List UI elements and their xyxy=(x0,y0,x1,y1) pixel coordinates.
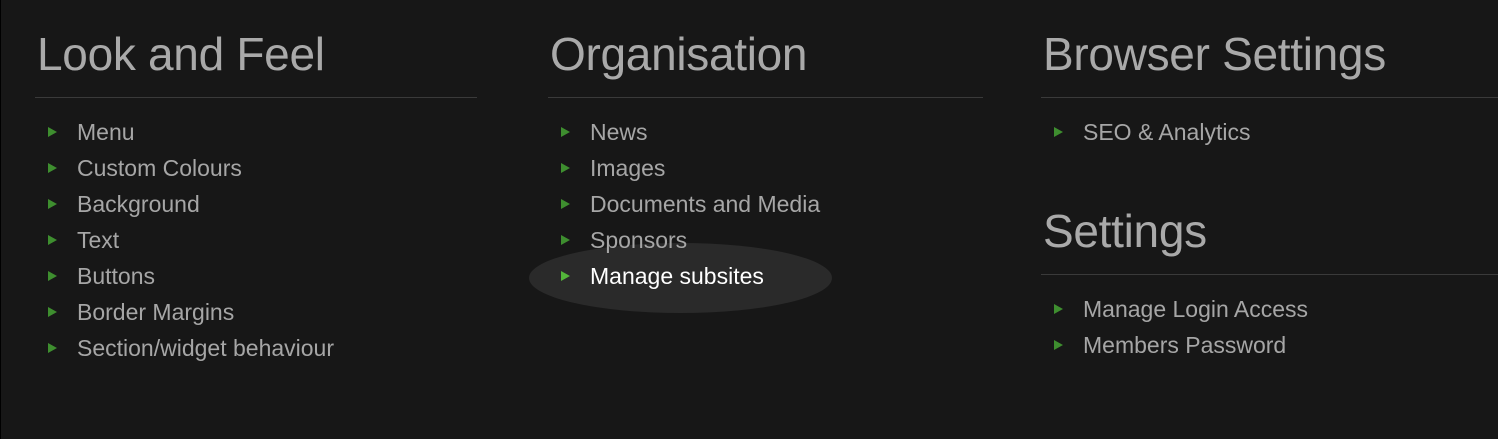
menu-item-label: Background xyxy=(77,191,200,217)
settings-section: Settings Manage Login Access Members Pas… xyxy=(1041,177,1498,363)
menu-item-border-margins[interactable]: Border Margins xyxy=(35,294,477,330)
browser-settings-menu: SEO & Analytics xyxy=(1041,98,1498,150)
look-and-feel-column: Look and Feel Menu Custom Colours Backgr… xyxy=(35,0,477,366)
look-and-feel-menu: Menu Custom Colours Background Text Butt… xyxy=(35,98,477,366)
menu-item-news[interactable]: News xyxy=(548,114,983,150)
look-and-feel-heading: Look and Feel xyxy=(35,0,477,98)
triangle-right-icon xyxy=(561,235,570,245)
menu-item-label: Custom Colours xyxy=(77,155,242,181)
menu-item-images[interactable]: Images xyxy=(548,150,983,186)
triangle-right-icon xyxy=(48,163,57,173)
triangle-right-icon xyxy=(1054,127,1063,137)
menu-item-manage-login-access[interactable]: Manage Login Access xyxy=(1041,291,1498,327)
menu-item-documents-and-media[interactable]: Documents and Media xyxy=(548,186,983,222)
menu-item-menu[interactable]: Menu xyxy=(35,114,477,150)
menu-item-label: Menu xyxy=(77,119,135,145)
menu-item-background[interactable]: Background xyxy=(35,186,477,222)
triangle-right-icon xyxy=(48,235,57,245)
triangle-right-icon xyxy=(1054,304,1063,314)
menu-item-label: Manage subsites xyxy=(590,263,764,289)
triangle-right-icon xyxy=(48,271,57,281)
menu-item-sponsors[interactable]: Sponsors xyxy=(548,222,983,258)
menu-item-section-widget-behaviour[interactable]: Section/widget behaviour xyxy=(35,330,477,366)
settings-heading: Settings xyxy=(1041,177,1498,275)
menu-item-label: Border Margins xyxy=(77,299,235,325)
triangle-right-icon xyxy=(1054,340,1063,350)
menu-item-label: Images xyxy=(590,155,666,181)
menu-item-text[interactable]: Text xyxy=(35,222,477,258)
triangle-right-icon xyxy=(561,163,570,173)
menu-item-label: Members Password xyxy=(1083,332,1287,358)
triangle-right-icon xyxy=(48,343,57,353)
menu-item-buttons[interactable]: Buttons xyxy=(35,258,477,294)
triangle-right-icon xyxy=(48,307,57,317)
settings-menu: Manage Login Access Members Password xyxy=(1041,275,1498,363)
menu-item-label: Buttons xyxy=(77,263,155,289)
menu-item-label: Text xyxy=(77,227,120,253)
menu-item-members-password[interactable]: Members Password xyxy=(1041,327,1498,363)
menu-item-label: Documents and Media xyxy=(590,191,821,217)
admin-menu-page: Look and Feel Menu Custom Colours Backgr… xyxy=(0,0,1498,439)
organisation-heading: Organisation xyxy=(548,0,983,98)
menu-item-label: SEO & Analytics xyxy=(1083,119,1251,145)
menu-item-manage-subsites[interactable]: Manage subsites xyxy=(548,258,983,294)
menu-item-custom-colours[interactable]: Custom Colours xyxy=(35,150,477,186)
browser-settings-column: Browser Settings SEO & Analytics Setting… xyxy=(1041,0,1498,358)
triangle-right-icon xyxy=(48,127,57,137)
triangle-right-icon xyxy=(561,127,570,137)
menu-item-label: Manage Login Access xyxy=(1083,296,1309,322)
menu-item-label: Sponsors xyxy=(590,227,688,253)
triangle-right-icon xyxy=(561,199,570,209)
triangle-right-icon xyxy=(561,271,570,281)
menu-item-label: Section/widget behaviour xyxy=(77,335,334,361)
menu-item-seo-analytics[interactable]: SEO & Analytics xyxy=(1041,114,1498,150)
browser-settings-heading: Browser Settings xyxy=(1041,0,1498,98)
triangle-right-icon xyxy=(48,199,57,209)
organisation-menu: News Images Documents and Media Sponsors… xyxy=(548,98,983,294)
organisation-column: Organisation News Images Documents and M… xyxy=(529,0,983,313)
menu-item-label: News xyxy=(590,119,648,145)
